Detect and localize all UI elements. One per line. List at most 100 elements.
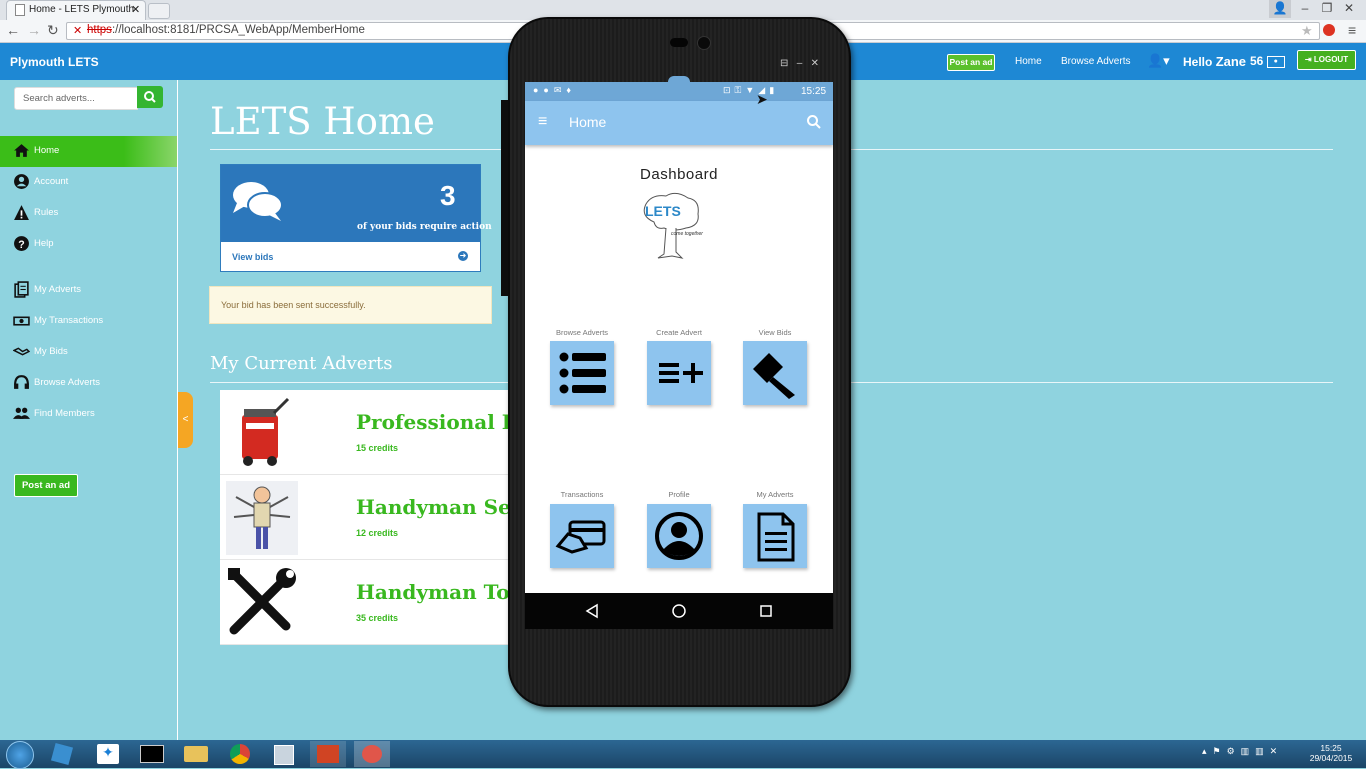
- emulator-taskbar-icon[interactable]: [354, 741, 390, 767]
- sidebar-item-label: My Adverts: [34, 284, 81, 295]
- close-window-button[interactable]: ✕: [1338, 0, 1360, 18]
- username: Zane: [1215, 54, 1247, 69]
- search-button[interactable]: [137, 86, 163, 108]
- advert-credits: 35 credits: [356, 613, 399, 623]
- start-button[interactable]: [6, 741, 34, 769]
- home-icon: [14, 144, 29, 157]
- advert-credits: 15 credits: [356, 443, 399, 453]
- sidebar-item-help[interactable]: ? Help: [0, 229, 177, 260]
- nav-browse-link[interactable]: Browse Adverts: [1061, 56, 1130, 67]
- forward-icon[interactable]: →: [27, 22, 41, 38]
- tools-icon: [228, 568, 296, 635]
- advert-row[interactable]: Professional Floo 15 credits: [220, 390, 512, 475]
- add-list-icon: [659, 363, 703, 383]
- bids-count: 3: [440, 180, 456, 211]
- brand-link[interactable]: Plymouth LETS: [10, 55, 99, 69]
- logout-button[interactable]: ⇥ LOGOUT: [1297, 50, 1356, 70]
- minimize-button[interactable]: –: [1294, 0, 1316, 18]
- tile-label: Browse Adverts: [555, 328, 609, 337]
- bookmark-star-icon[interactable]: ★: [1301, 23, 1313, 39]
- sidebar-item-home[interactable]: Home: [0, 136, 177, 167]
- app-title: Home: [569, 114, 607, 130]
- search-input[interactable]: Search adverts...: [14, 87, 138, 110]
- command-prompt-taskbar-icon[interactable]: [134, 741, 170, 767]
- earpiece: [670, 38, 688, 47]
- gavel-icon: [753, 353, 795, 399]
- sidebar-item-label: Rules: [34, 207, 59, 218]
- advert-row[interactable]: Handyman Tools 35 credits: [220, 560, 512, 645]
- handshake-icon: [13, 347, 30, 356]
- clock-date: 29/04/2015: [1309, 753, 1353, 763]
- chrome-taskbar-icon[interactable]: [222, 741, 258, 767]
- browser-tab[interactable]: Home - LETS Plymouth ✕: [6, 0, 146, 20]
- tile-transactions[interactable]: [550, 504, 614, 568]
- tile-create-advert[interactable]: [647, 341, 711, 405]
- adverts-heading: My Current Adverts: [210, 353, 393, 374]
- list-icon: [559, 352, 606, 394]
- advert-row[interactable]: Handyman Servi 12 credits: [220, 475, 512, 560]
- reload-icon[interactable]: ↻: [47, 22, 59, 39]
- taskbar-clock[interactable]: 15:25 29/04/2015: [1302, 743, 1360, 763]
- tile-label: Profile: [668, 490, 690, 499]
- virtualbox-taskbar-icon[interactable]: [45, 741, 81, 767]
- pull-tab[interactable]: [668, 76, 690, 82]
- new-tab-button[interactable]: [148, 3, 170, 19]
- profile-icon[interactable]: 👤: [1269, 0, 1291, 18]
- sidebar-item-my-adverts[interactable]: My Adverts: [0, 275, 177, 306]
- arrow-circle-right-icon[interactable]: ➜: [458, 251, 468, 261]
- nav-home-link[interactable]: Home: [1015, 56, 1042, 67]
- logout-label: LOGOUT: [1313, 55, 1349, 64]
- advert-title[interactable]: Handyman Tools: [356, 580, 512, 604]
- sidebar-item-my-bids[interactable]: My Bids: [0, 337, 177, 368]
- documents-icon: [14, 281, 29, 298]
- money-icon: [13, 316, 30, 326]
- sidebar-item-label: Home: [34, 145, 60, 156]
- lets-logo: LETS come together: [636, 192, 716, 262]
- dropbox-taskbar-icon[interactable]: ✦: [90, 741, 126, 767]
- sidebar-item-my-transactions[interactable]: My Transactions: [0, 306, 177, 337]
- advert-title[interactable]: Professional Floo: [356, 410, 512, 434]
- app-taskbar-icon[interactable]: [266, 741, 302, 767]
- search-placeholder: Search adverts...: [23, 93, 95, 104]
- sidebar-item-account[interactable]: Account: [0, 167, 177, 198]
- post-ad-sidebar-button[interactable]: Post an ad: [14, 474, 78, 497]
- card-icon: [555, 520, 606, 554]
- sidebar-item-browse-adverts[interactable]: Browse Adverts: [0, 368, 177, 399]
- post-ad-header-button[interactable]: Post an ad: [947, 54, 995, 71]
- file-explorer-taskbar-icon[interactable]: [178, 741, 214, 767]
- sidebar-item-label: My Bids: [34, 346, 68, 357]
- tile-browse-adverts[interactable]: [550, 341, 614, 405]
- hamburger-menu-icon[interactable]: ≡: [538, 114, 547, 130]
- sidebar-item-find-members[interactable]: Find Members: [0, 399, 177, 430]
- home-nav-icon[interactable]: [672, 604, 686, 618]
- sidebar-item-label: Find Members: [34, 408, 95, 419]
- svg-text:?: ?: [18, 239, 24, 251]
- url-path: ://localhost:8181/PRCSA_WebApp/MemberHom…: [111, 24, 365, 36]
- restore-button[interactable]: ❐: [1316, 0, 1338, 18]
- view-bids-link[interactable]: View bids: [232, 252, 273, 262]
- tile-my-adverts[interactable]: [743, 504, 807, 568]
- hello-label: Hello: [1183, 55, 1213, 69]
- opera-extension-icon[interactable]: [1323, 24, 1335, 36]
- menu-icon[interactable]: ≡: [1348, 22, 1356, 38]
- tile-profile[interactable]: [647, 504, 711, 568]
- emulator-window-controls[interactable]: ⊟ – ✕: [780, 58, 819, 69]
- profile-icon: [655, 512, 703, 560]
- system-tray-icons[interactable]: ▴⚑⚙▥▥✕: [1202, 746, 1283, 757]
- back-nav-icon[interactable]: [585, 603, 598, 619]
- back-icon[interactable]: ←: [6, 22, 20, 38]
- close-tab-icon[interactable]: ✕: [131, 3, 140, 16]
- sidebar-toggle-button[interactable]: <: [178, 392, 193, 448]
- advert-title[interactable]: Handyman Servi: [356, 495, 512, 519]
- user-dropdown-icon[interactable]: 👤▾: [1147, 53, 1170, 69]
- recents-nav-icon[interactable]: [760, 605, 772, 617]
- powerpoint-taskbar-icon[interactable]: [310, 741, 346, 767]
- logo-tagline: come together: [671, 231, 703, 237]
- insecure-icon: ✕: [73, 25, 83, 37]
- app-search-icon[interactable]: [806, 114, 822, 130]
- camera-icon: [697, 36, 711, 50]
- page-icon: [15, 4, 25, 16]
- tile-view-bids[interactable]: [743, 341, 807, 405]
- phone-side-buttons: [501, 100, 508, 296]
- sidebar-item-rules[interactable]: Rules: [0, 198, 177, 229]
